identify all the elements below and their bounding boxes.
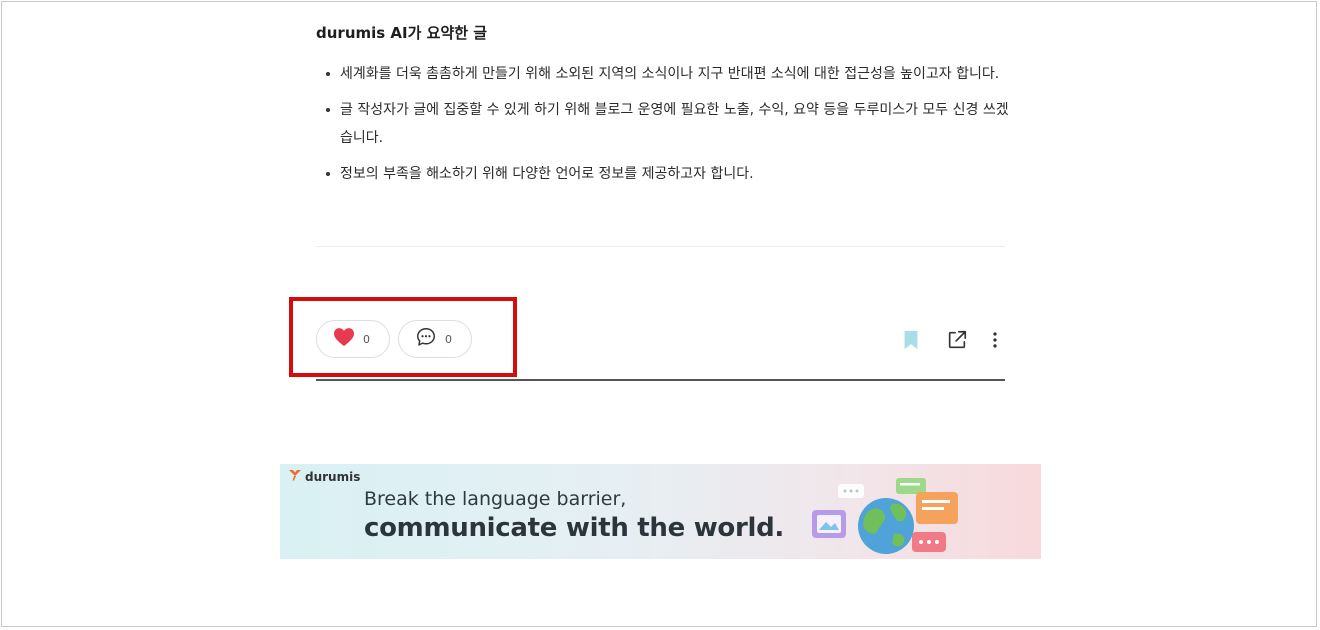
summary-item: 글 작성자가 글에 집중할 수 있게 하기 위해 블로그 운영에 필요한 노출,… — [316, 96, 1016, 152]
globe-illustration — [812, 478, 958, 554]
banner-subheadline: communicate with the world. — [364, 513, 785, 543]
more-vertical-icon[interactable] — [984, 329, 1006, 351]
durumis-logo-icon — [288, 469, 302, 484]
banner-headline: Break the language barrier, — [364, 488, 627, 510]
banner-logo: durumis — [288, 469, 360, 484]
highlight-annotation — [289, 297, 517, 377]
divider — [316, 246, 1005, 247]
summary-item: 세계화를 더욱 촘촘하게 만들기 위해 소외된 지역의 소식이나 지구 반대편 … — [316, 60, 1016, 88]
section-divider — [316, 379, 1005, 381]
external-link-icon[interactable] — [946, 329, 968, 351]
bookmark-icon[interactable] — [900, 329, 922, 351]
summary-title: durumis AI가 요약한 글 — [316, 24, 488, 42]
promo-banner[interactable]: durumis Break the language barrier, comm… — [280, 464, 1041, 559]
summary-item: 정보의 부족을 해소하기 위해 다양한 언어로 정보를 제공하고자 합니다. — [316, 160, 1016, 188]
banner-brand: durumis — [305, 469, 361, 484]
summary-list: 세계화를 더욱 촘촘하게 만들기 위해 소외된 지역의 소식이나 지구 반대편 … — [316, 60, 1016, 196]
